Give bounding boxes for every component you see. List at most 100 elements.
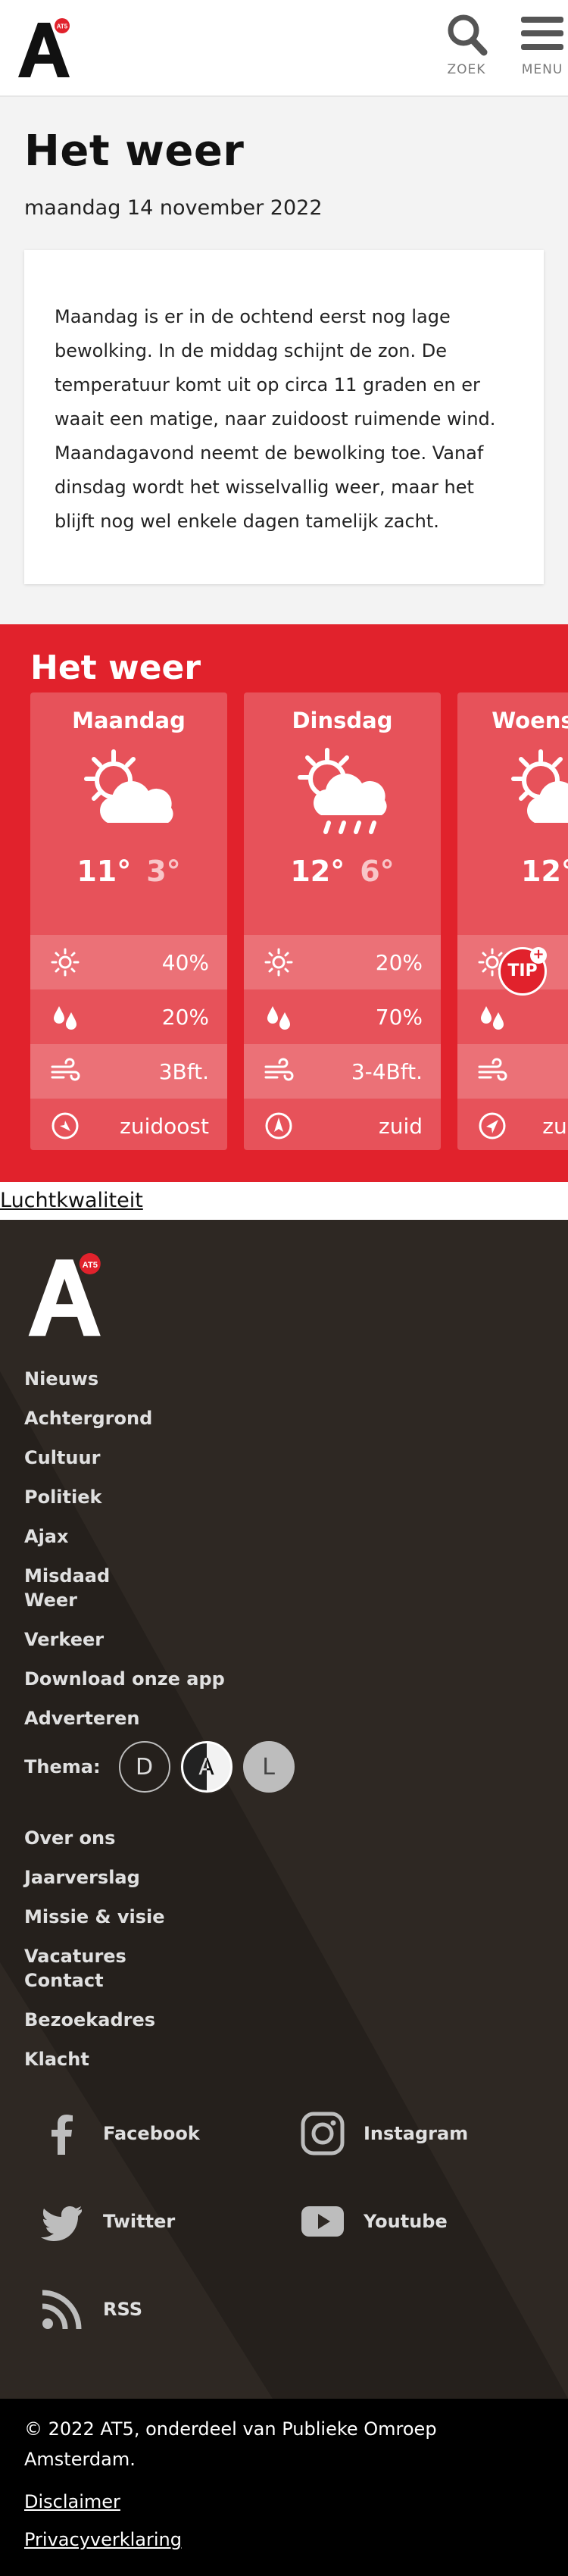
facebook-icon <box>51 2115 73 2155</box>
weather-description-card: Maandag is er in de ochtend eerst nog la… <box>24 250 544 585</box>
search-button[interactable]: ZOEK <box>436 12 497 77</box>
footer-link-achtergrond[interactable]: Achtergrond <box>24 1406 544 1430</box>
compass-arrow-icon <box>265 1112 292 1140</box>
page-title: Het weer <box>24 127 245 176</box>
footer-logo-badge: AT5 <box>83 1261 98 1270</box>
footer-link-vacatures[interactable]: Vacatures <box>24 1944 544 1968</box>
footer-nav-secondary: Over ons Jaarverslag Missie & visie Vaca… <box>24 1826 544 2071</box>
menu-label: MENU <box>521 62 563 77</box>
footer-link-adverteren[interactable]: Adverteren <box>24 1706 544 1730</box>
forecast-day-card[interactable]: Dinsdag 12° 6° 20% 70% 3-4Bft. zuid <box>244 692 441 1151</box>
air-quality-link[interactable]: Luchtkwaliteit <box>0 1189 143 1212</box>
wind-direction-row: zuidwest <box>457 1099 568 1150</box>
footer-at5-logo[interactable]: AT5 <box>24 1253 109 1338</box>
day-name: Maandag <box>72 708 186 734</box>
raindrops-icon <box>481 1006 504 1030</box>
forecast-day-card[interactable]: Maandag 11° 3° 40% 20% 3Bft. zuidoost <box>30 692 227 1151</box>
forecast-carousel[interactable]: Maandag 11° 3° 40% 20% 3Bft. zuidoost Di… <box>30 692 568 1151</box>
sun-cloud-icon <box>511 749 568 824</box>
footer-nav: Nieuws Achtergrond Cultuur Politiek Ajax… <box>24 1367 544 1730</box>
sun-chance-row: 40% <box>30 935 227 990</box>
youtube-icon <box>301 2206 344 2237</box>
tip-plus-icon: + <box>530 947 547 964</box>
social-twitter[interactable]: Twitter <box>39 2196 300 2247</box>
menu-button[interactable]: MENU <box>512 12 568 77</box>
theme-auto-button[interactable]: A <box>180 1741 233 1793</box>
wind-force-row <box>457 1044 568 1099</box>
footer-link-over-ons[interactable]: Over ons <box>24 1826 544 1850</box>
footer-link-jaarverslag[interactable]: Jaarverslag <box>24 1865 544 1890</box>
weather-intro: Het weer maandag 14 november 2022 Maanda… <box>0 97 568 624</box>
footer-link-verkeer[interactable]: Verkeer <box>24 1627 544 1652</box>
theme-auto-label: A <box>198 1753 214 1780</box>
wind-force-value: 3Bft. <box>158 1058 209 1084</box>
temp-max: 11° <box>76 855 132 889</box>
wind-direction-row: zuid <box>244 1099 441 1150</box>
wind-direction-row: zuidoost <box>30 1099 227 1150</box>
twitter-label: Twitter <box>103 2211 176 2232</box>
sun-cloud-rain-icon <box>298 748 387 835</box>
rss-label: RSS <box>103 2299 142 2320</box>
theme-dark-button[interactable]: D <box>118 1741 170 1793</box>
rain-chance-value: 20% <box>161 1004 209 1030</box>
social-rss[interactable]: RSS <box>39 2284 300 2335</box>
forecast-day-card[interactable]: Woensdag 12° <box>457 692 568 1151</box>
footer-link-politiek[interactable]: Politiek <box>24 1485 544 1509</box>
wind-direction-value: zuidwest <box>542 1113 568 1139</box>
site-footer: AT5 Nieuws Achtergrond Cultuur Politiek … <box>0 1220 568 2399</box>
wind-direction-value: zuid <box>379 1113 423 1139</box>
wind-icon <box>264 1058 294 1081</box>
at5-logo[interactable]: AT5 <box>15 18 76 79</box>
social-youtube[interactable]: Youtube <box>300 2196 527 2247</box>
legal-bar: © 2022 AT5, onderdeel van Publieke Omroe… <box>0 2399 568 2576</box>
theme-label: Thema: <box>24 1756 101 1777</box>
sun-chance-row: 20% <box>244 935 441 990</box>
footer-link-download-app[interactable]: Download onze app <box>24 1667 544 1691</box>
footer-link-contact[interactable]: Contact <box>24 1968 544 1993</box>
rss-icon <box>42 2290 82 2330</box>
social-facebook[interactable]: Facebook <box>39 2108 300 2159</box>
wind-icon <box>478 1058 507 1081</box>
wind-force-row: 3-4Bft. <box>244 1044 441 1099</box>
temp-max: 12° <box>290 855 345 889</box>
sun-chance-value: 20% <box>375 949 423 975</box>
compass-arrow-icon <box>479 1112 506 1140</box>
day-name: Dinsdag <box>292 708 393 734</box>
rain-chance-row: 20% <box>30 989 227 1044</box>
site-header: AT5 ZOEK MENU <box>0 0 568 97</box>
rain-chance-row <box>457 989 568 1044</box>
rain-chance-row: 70% <box>244 989 441 1044</box>
forecast-section: Het weer Maandag 11° 3° 40% 20% 3Bft. zu… <box>0 624 568 1182</box>
copyright-text: © 2022 AT5, onderdeel van Publieke Omroe… <box>24 2418 437 2470</box>
day-name: Woensdag <box>492 708 568 734</box>
weather-description: Maandag is er in de ochtend eerst nog la… <box>55 306 496 533</box>
social-instagram[interactable]: Instagram <box>300 2108 527 2159</box>
disclaimer-link[interactable]: Disclaimer <box>24 2487 544 2517</box>
compass-arrow-icon <box>51 1112 79 1140</box>
air-quality-bar: Luchtkwaliteit <box>0 1182 568 1220</box>
footer-link-klacht[interactable]: Klacht <box>24 2047 544 2071</box>
wind-force-value: 3-4Bft. <box>351 1058 423 1084</box>
theme-light-button[interactable]: L <box>242 1741 295 1793</box>
temp-min: 3° <box>146 855 181 889</box>
search-label: ZOEK <box>447 62 486 77</box>
temp-max: 12° <box>521 855 568 889</box>
sun-chance-value: 40% <box>161 949 209 975</box>
privacy-link[interactable]: Privacyverklaring <box>24 2524 544 2555</box>
footer-link-cultuur[interactable]: Cultuur <box>24 1446 544 1470</box>
twitter-icon <box>41 2206 82 2241</box>
wind-force-row: 3Bft. <box>30 1044 227 1099</box>
temp-min: 6° <box>360 855 395 889</box>
footer-link-ajax[interactable]: Ajax <box>24 1524 544 1549</box>
footer-link-misdaad[interactable]: Misdaad <box>24 1564 544 1588</box>
footer-link-weer[interactable]: Weer <box>24 1588 544 1612</box>
footer-link-bezoekadres[interactable]: Bezoekadres <box>24 2008 544 2032</box>
theme-switcher: Thema: D A L <box>24 1741 544 1793</box>
youtube-label: Youtube <box>364 2211 448 2232</box>
wind-icon <box>51 1058 80 1081</box>
footer-link-nieuws[interactable]: Nieuws <box>24 1367 544 1391</box>
footer-link-missie-visie[interactable]: Missie & visie <box>24 1905 544 1929</box>
rain-chance-value: 70% <box>375 1004 423 1030</box>
facebook-label: Facebook <box>103 2123 200 2144</box>
sun-icon <box>264 948 293 977</box>
